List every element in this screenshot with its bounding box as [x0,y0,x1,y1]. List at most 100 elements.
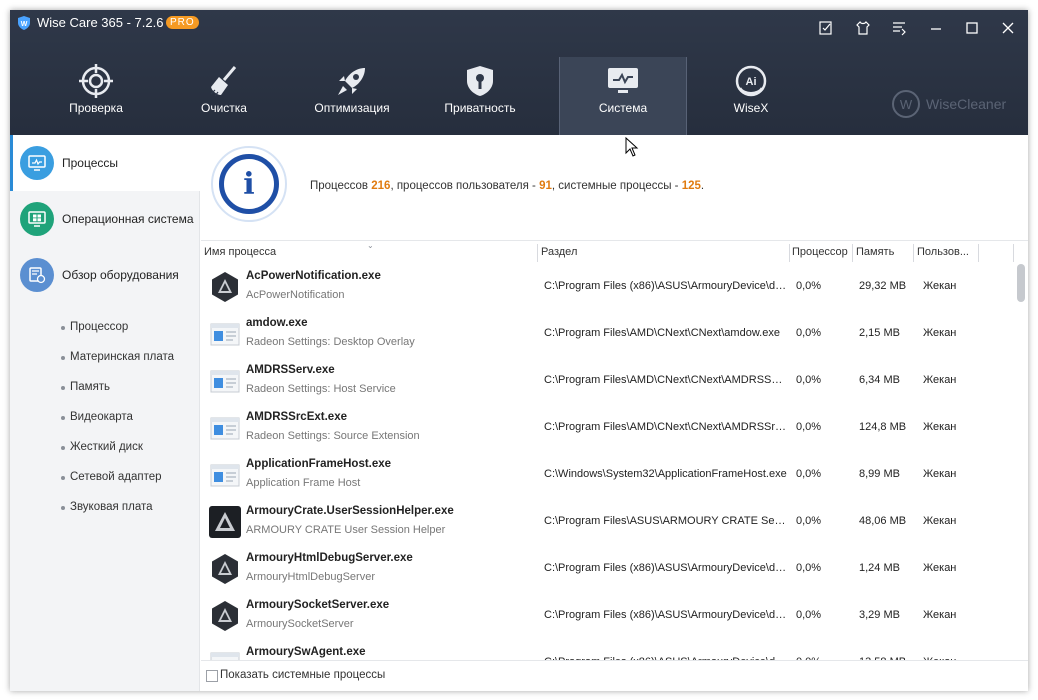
col-header-cpu[interactable]: Процессор [792,246,848,258]
sidebar-sub-sound[interactable]: Звуковая плата [70,501,153,513]
process-name: ArmourySocketServer.exe [246,599,390,611]
process-memory: 48,06 MB [859,515,907,527]
tab-label: Очистка [201,101,247,115]
sidebar-item-hardware[interactable]: Обзор оборудования [10,247,200,303]
table-row[interactable]: amdow.exe Radeon Settings: Desktop Overla… [201,311,1013,358]
bullet [61,446,65,450]
table-row[interactable]: ArmouryHtmlDebugServer.exe ArmouryHtmlDeb… [201,546,1013,593]
table-row[interactable]: AcPowerNotification.exe AcPowerNotificati… [201,264,1013,311]
sidebar-item-os[interactable]: Операционная система [10,191,200,247]
sidebar-sub-memory[interactable]: Память [70,381,110,393]
shirt-icon [856,20,870,35]
table-row[interactable]: AMDRSServ.exe Radeon Settings: Host Servi… [201,358,1013,405]
show-system-processes-checkbox[interactable] [206,670,218,682]
process-user: Жекан [923,468,957,480]
table-body: AcPowerNotification.exe AcPowerNotificati… [201,264,1013,660]
bullet [61,356,65,360]
col-header-memory[interactable]: Память [856,246,894,258]
bullet [61,416,65,420]
process-summary: Процессов 216, процессов пользователя - … [310,180,704,192]
scrollbar-thumb[interactable] [1017,264,1025,302]
info-icon: i [219,154,279,214]
table-row[interactable]: ArmouryCrate.UserSessionHelper.exe ARMOUR… [201,499,1013,546]
col-header-user[interactable]: Пользов... [917,246,969,258]
table-row[interactable]: ApplicationFrameHost.exe Application Fram… [201,452,1013,499]
tab-check[interactable]: Проверка [32,57,160,135]
summary-total: 216 [371,180,391,192]
notes-icon [819,21,832,35]
tab-system[interactable]: Система [559,57,687,135]
tab-label: Проверка [69,101,123,115]
minimize-icon [931,28,941,30]
process-description: ArmourySocketServer [246,618,354,630]
process-memory: 124,8 MB [859,421,907,433]
column-divider[interactable] [852,244,853,262]
tab-clean[interactable]: Очистка [160,57,288,135]
tab-wisex[interactable]: Ai WiseX [687,57,815,135]
svg-text:W: W [21,21,28,28]
sidebar-sub-network[interactable]: Сетевой адаптер [70,471,162,483]
asus-app-icon [209,553,241,585]
process-user: Жекан [923,421,957,433]
process-user: Жекан [923,609,957,621]
tab-privacy[interactable]: Приватность [416,57,544,135]
sidebar-sub-disk[interactable]: Жесткий диск [70,441,143,453]
column-divider[interactable] [913,244,914,262]
sidebar-sub-gpu[interactable]: Видеокарта [70,411,133,423]
sidebar-item-processes[interactable]: Процессы [10,135,200,191]
process-cpu: 0,0% [796,609,822,621]
hardware-icon [20,258,54,292]
brand-logo: W WiseCleaner [892,90,1006,118]
summary-label-user: , процессов пользователя - [390,180,536,192]
table-row[interactable]: AMDRSSrcExt.exe Radeon Settings: Source E… [201,405,1013,452]
windows-icon [20,202,54,236]
close-button[interactable] [997,17,1019,39]
col-header-name[interactable]: Имя процесса [204,246,276,258]
sidebar-sub-cpu[interactable]: Процессор [70,321,128,333]
process-memory: 3,29 MB [859,609,900,621]
summary-label-total: Процессов [310,180,369,192]
sidebar: Процессы Операционная система Обзор обор… [10,135,200,691]
sidebar-item-label: Операционная система [62,212,194,226]
process-name: ApplicationFrameHost.exe [246,458,392,470]
summary-label-system: , системные процессы - [551,180,679,192]
checkbox-label[interactable]: Показать системные процессы [220,669,385,681]
column-divider[interactable] [789,244,790,262]
process-user: Жекан [923,327,957,339]
process-path: C:\Program Files (x86)\ASUS\ArmouryDevic… [544,609,788,621]
menu-button[interactable] [888,17,910,39]
sort-arrow-icon: ⌄ [367,241,374,250]
broom-icon [210,66,237,97]
minimize-button[interactable] [925,17,947,39]
process-name: ArmouryCrate.UserSessionHelper.exe [246,505,454,517]
process-description: Radeon Settings: Desktop Overlay [246,336,415,348]
process-memory: 8,99 MB [859,468,900,480]
main-panel: i Процессов 216, процессов пользователя … [201,135,1028,691]
window-app-icon [209,459,241,491]
sidebar-sub-motherboard[interactable]: Материнская плата [70,351,174,363]
bullet [61,326,65,330]
window-app-icon [209,412,241,444]
process-cpu: 0,0% [796,374,822,386]
notes-button[interactable] [815,17,837,39]
table-row[interactable]: ArmourySwAgent.exeC:\Program Files (x86)… [201,640,1013,660]
col-header-path[interactable]: Раздел [541,246,577,258]
process-path: C:\Program Files\ASUS\ARMOURY CRATE Serv… [544,515,788,527]
tab-label: Приватность [444,101,516,115]
skin-button[interactable] [852,17,874,39]
column-divider[interactable] [978,244,979,262]
process-name: AMDRSServ.exe [246,364,335,376]
column-divider[interactable] [537,244,538,262]
monitor-icon [20,146,54,180]
process-memory: 6,34 MB [859,374,900,386]
bullet [61,506,65,510]
column-divider[interactable] [1013,244,1014,262]
tab-optimize[interactable]: Оптимизация [288,57,416,135]
table-row[interactable]: ArmourySocketServer.exe ArmourySocketServ… [201,593,1013,640]
process-path: C:\Program Files\AMD\CNext\CNext\AMDRSSr… [544,421,788,433]
maximize-button[interactable] [961,17,983,39]
process-table: ⌄ Имя процесса Раздел Процессор Память П… [201,240,1028,660]
vertical-scrollbar[interactable] [1014,264,1028,660]
process-path: C:\Program Files (x86)\ASUS\ArmouryDevic… [544,562,788,574]
process-description: Radeon Settings: Source Extension [246,430,420,442]
